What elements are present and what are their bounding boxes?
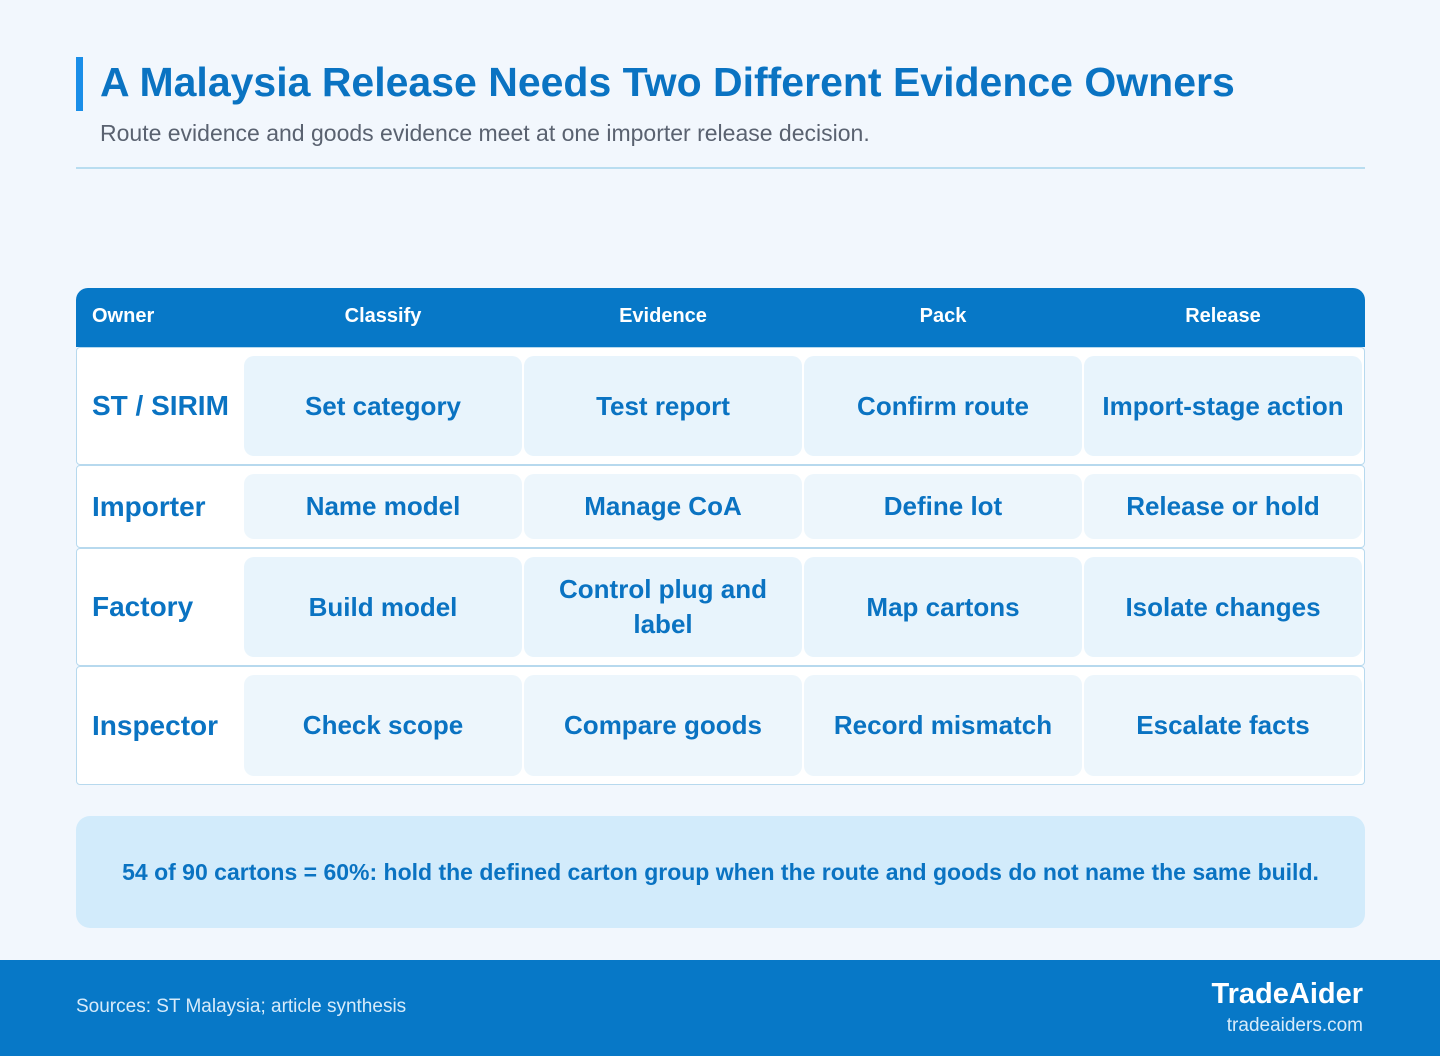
matrix-cell: Confirm route bbox=[804, 356, 1082, 456]
matrix-cell: Record mismatch bbox=[804, 675, 1082, 776]
sources-note: Sources: ST Malaysia; article synthesis bbox=[76, 996, 407, 1017]
column-header-classify: Classify bbox=[344, 305, 422, 327]
matrix-cell: Control plug and label bbox=[524, 557, 802, 657]
brand-url: tradeaiders.com bbox=[1226, 1015, 1363, 1036]
owner-label: Importer bbox=[92, 490, 206, 522]
column-header-owner: Owner bbox=[92, 305, 155, 327]
matrix-cell: Set category bbox=[244, 356, 522, 456]
owner-label: Inspector bbox=[92, 709, 219, 741]
owner-label: Factory bbox=[92, 591, 194, 622]
title-accent-bar bbox=[76, 57, 83, 111]
column-header-release: Release bbox=[1185, 305, 1261, 327]
page-title: A Malaysia Release Needs Two Different E… bbox=[100, 59, 1235, 105]
matrix-cell: Test report bbox=[524, 356, 802, 456]
matrix-row-st-sirim: ST / SIRIM Set category Test report Conf… bbox=[76, 347, 1365, 465]
matrix-row-inspector: Inspector Check scope Compare goods Reco… bbox=[76, 666, 1365, 785]
matrix-row-importer: Importer Name model Manage CoA Define lo… bbox=[76, 465, 1365, 548]
matrix-cell: Isolate changes bbox=[1084, 557, 1362, 657]
matrix-cell: Define lot bbox=[804, 474, 1082, 539]
column-header-evidence: Evidence bbox=[619, 305, 707, 327]
page-subtitle: Route evidence and goods evidence meet a… bbox=[100, 120, 870, 146]
matrix-cell: Name model bbox=[244, 474, 522, 539]
brand-logo-text: TradeAider bbox=[1211, 978, 1364, 1010]
matrix-cell: Release or hold bbox=[1084, 474, 1362, 539]
footer: Sources: ST Malaysia; article synthesis … bbox=[0, 960, 1440, 1056]
callout-text: 54 of 90 cartons = 60%: hold the defined… bbox=[122, 859, 1319, 885]
matrix-cell: Escalate facts bbox=[1084, 675, 1362, 776]
callout-box: 54 of 90 cartons = 60%: hold the defined… bbox=[76, 816, 1365, 928]
matrix-cell: Manage CoA bbox=[524, 474, 802, 539]
owner-label: ST / SIRIM bbox=[92, 390, 229, 421]
matrix-cell: Import-stage action bbox=[1084, 356, 1362, 456]
header-divider bbox=[76, 167, 1365, 169]
matrix-row-factory: Factory Build model Control plug and lab… bbox=[76, 548, 1365, 666]
matrix-cell: Check scope bbox=[244, 675, 522, 776]
column-header-pack: Pack bbox=[919, 305, 967, 327]
matrix-cell: Map cartons bbox=[804, 557, 1082, 657]
matrix-cell: Build model bbox=[244, 557, 522, 657]
matrix-cell: Compare goods bbox=[524, 675, 802, 776]
matrix-header-row: Owner Classify Evidence Pack Release bbox=[76, 288, 1365, 347]
